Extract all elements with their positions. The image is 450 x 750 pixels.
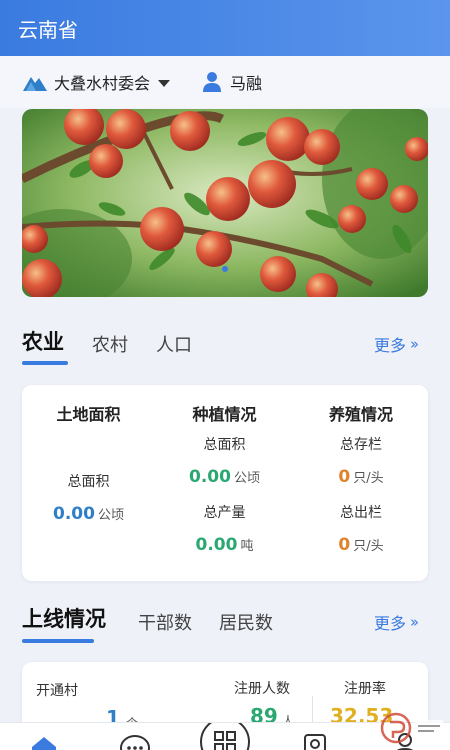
stat-value: 0 只/头 — [338, 535, 384, 555]
contacts-icon[interactable] — [300, 733, 330, 750]
column-heading: 土地面积 — [56, 405, 121, 424]
tab-agriculture[interactable]: 农业 — [22, 326, 64, 356]
user-name: 马融 — [230, 74, 263, 93]
column-heading: 养殖情况 — [328, 405, 393, 424]
active-tab-indicator — [22, 639, 94, 643]
stat-label: 总存栏 — [340, 437, 382, 453]
stat-value: 0.00 公顷 — [53, 504, 124, 524]
home-icon[interactable] — [30, 735, 58, 750]
stat-value: 0 只/头 — [338, 467, 384, 487]
stat-label: 总面积 — [67, 474, 110, 490]
stat-label: 注册人数 — [234, 681, 290, 697]
village-selector[interactable]: 大叠水村委会 — [22, 70, 171, 94]
stat-label: 总出栏 — [340, 505, 382, 521]
village-name: 大叠水村委会 — [54, 74, 151, 93]
stat-label: 总面积 — [203, 437, 246, 453]
livestock-column: 养殖情况 总存栏 0 只/头 总出栏 0 只/头 — [294, 385, 428, 581]
tab-rural[interactable]: 农村 — [92, 331, 128, 357]
app-header: 云南省 — [0, 0, 450, 56]
tab-cadres[interactable]: 干部数 — [138, 609, 192, 635]
planting-column: 种植情况 总面积 0.00 公顷 总产量 0.00 吨 — [152, 385, 297, 581]
mountain-icon — [23, 77, 47, 91]
caret-down-icon — [158, 79, 171, 87]
tab-online-status[interactable]: 上线情况 — [22, 603, 106, 633]
more-link-online[interactable]: 更多 ›› — [374, 610, 419, 634]
page-title: 云南省 — [18, 18, 78, 42]
stat-value: 0.00 吨 — [195, 535, 254, 555]
more-link-agriculture[interactable]: 更多 ›› — [374, 332, 419, 356]
online-tabs: 上线情况 干部数 居民数 更多 ›› — [0, 590, 450, 650]
tab-residents[interactable]: 居民数 — [219, 609, 273, 635]
person-icon — [203, 72, 221, 92]
land-area-column: 土地面积 总面积 0.00 公顷 — [22, 385, 155, 581]
agriculture-stats-card: 土地面积 总面积 0.00 公顷 种植情况 总面积 0.00 公顷 总产量 0.00… — [22, 385, 428, 581]
tab-population[interactable]: 人口 — [156, 331, 192, 357]
stat-label: 注册率 — [344, 681, 386, 697]
stat-value: 0.00 公顷 — [189, 467, 260, 487]
apps-grid-icon[interactable] — [200, 723, 250, 750]
more-label: 更多 — [374, 614, 407, 633]
stat-label: 开通村 — [36, 683, 78, 699]
column-heading: 种植情况 — [192, 405, 257, 424]
more-label: 更多 — [374, 336, 407, 355]
double-chevron-right-icon: ›› — [410, 613, 419, 631]
banner-image[interactable] — [22, 109, 428, 297]
active-tab-indicator — [22, 361, 68, 365]
location-bar: 大叠水村委会 马融 — [0, 56, 450, 108]
watermark-logo — [380, 712, 444, 744]
user-info[interactable]: 马融 — [202, 70, 262, 94]
agriculture-tabs: 农业 农村 人口 更多 ›› — [0, 310, 450, 372]
double-chevron-right-icon: ›› — [410, 335, 419, 353]
chat-icon[interactable] — [118, 733, 152, 750]
stat-label: 总产量 — [203, 505, 246, 521]
